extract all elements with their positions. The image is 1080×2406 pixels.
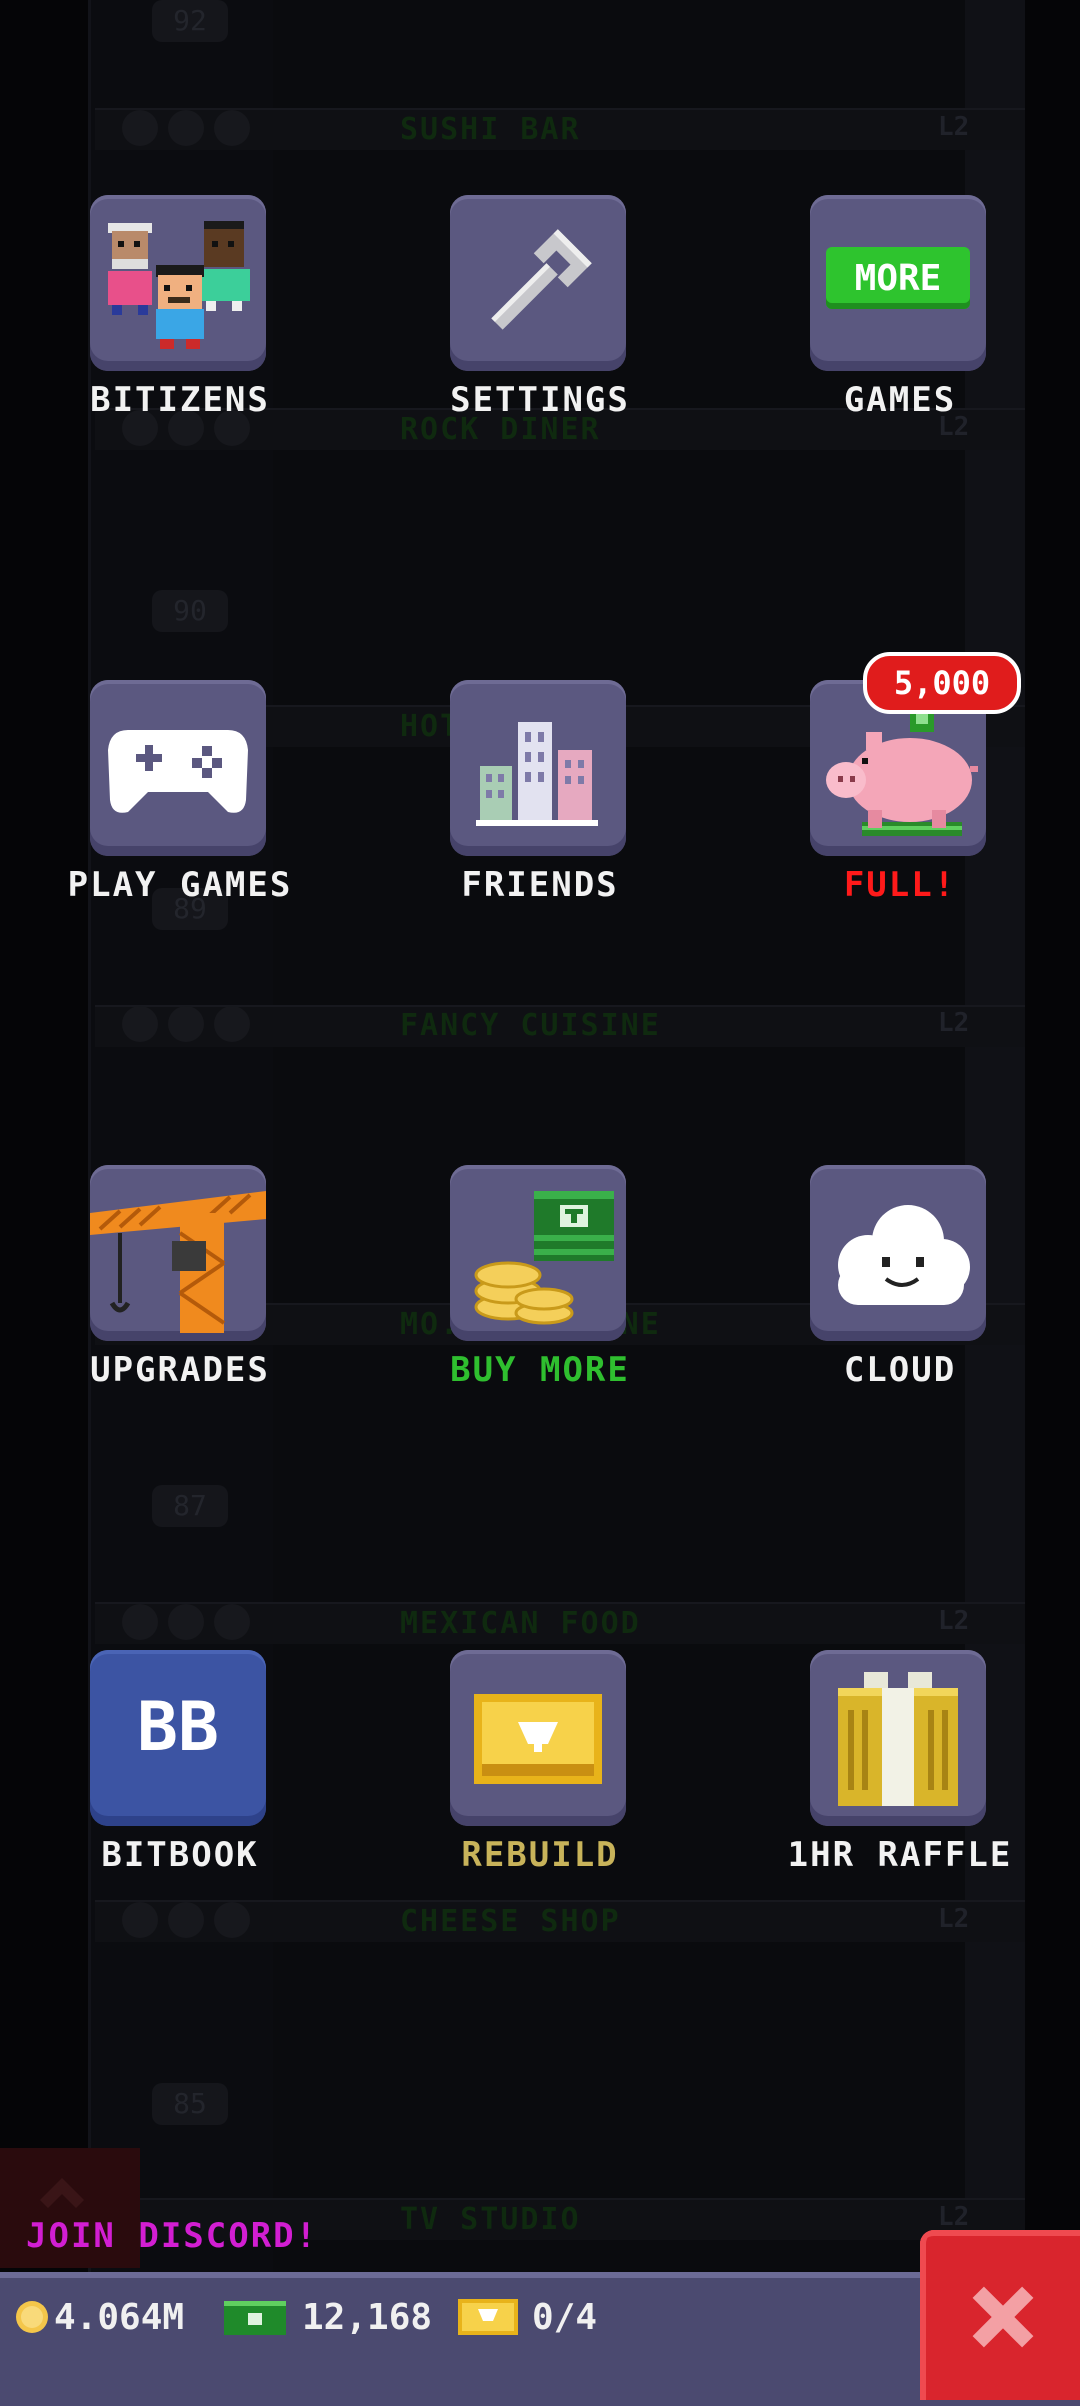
wrench-icon [491,229,592,330]
friends-button[interactable] [450,680,626,856]
coin-icon [16,2301,48,2333]
floor-level: L2 [938,2202,970,2232]
piggy-bank-amount: 5,000 [893,664,991,702]
piggy-bank-badge: 5,000 [863,652,1021,714]
city-icon [476,722,598,826]
settings-button[interactable] [450,195,626,371]
bux-icon [224,2301,286,2335]
raffle-button[interactable] [810,1650,986,1826]
friends-label: FRIENDS [461,865,619,905]
more-games-button[interactable]: MORE [810,195,986,371]
close-icon [972,2286,1034,2348]
bitbook-label: BITBOOK [101,1835,259,1875]
bitizens-icon [108,221,250,349]
settings-label: SETTINGS [450,380,630,420]
floor-band [95,1900,1025,1942]
golden-ticket-icon [474,1694,602,1784]
floor-name: FANCY CUISINE [400,1008,661,1043]
floor-number: 90 [152,590,228,632]
floor-stars [122,1006,250,1042]
close-menu-button[interactable] [920,2230,1080,2400]
bitizens-button[interactable] [90,195,266,371]
cloud-icon [838,1205,970,1305]
cloud-label: CLOUD [843,1350,957,1390]
tickets-stat: 0/4 [458,2292,597,2342]
more-badge-text: MORE [854,257,942,299]
floor-level: L2 [938,1904,970,1934]
piggy-bank-icon [826,702,978,836]
tickets-value: 0/4 [532,2296,598,2338]
upgrades-button[interactable] [90,1165,266,1341]
floor-name: CHEESE SHOP [400,1904,621,1939]
buy-more-label: BUY MORE [450,1350,630,1390]
golden-ticket-small-icon [458,2299,518,2335]
floor-level: L2 [938,1606,970,1636]
bux-value: 12,168 [302,2296,433,2338]
crane-icon [90,1191,266,1333]
floor-number: 92 [152,0,228,42]
floor-stars [122,110,250,146]
rebuild-label: REBUILD [461,1835,619,1875]
floor-band [95,108,1025,150]
floor-name: SUSHI BAR [400,112,581,147]
floor-level: L2 [938,112,970,142]
floor-number: 85 [152,2083,228,2125]
coins-stat: 4.064M [14,2292,184,2342]
piggy-bank-label: FULL! [843,865,957,905]
raffle-ticket-icon [838,1672,958,1806]
rebuild-button[interactable] [450,1650,626,1826]
floor-name: MEXICAN FOOD [400,1606,641,1641]
floor-level: L2 [938,1008,970,1038]
play-games-button[interactable] [90,680,266,856]
bitbook-button[interactable]: BB [90,1650,266,1826]
bux-stat: 12,168 [222,2292,432,2342]
join-discord-link[interactable]: JOIN DISCORD! [26,2216,318,2256]
buy-more-button[interactable] [450,1165,626,1341]
floor-number: 87 [152,1485,228,1527]
floor-name: TV STUDIO [400,2202,581,2237]
bitizens-label: BITIZENS [90,380,270,420]
floor-stars [122,1902,250,1938]
upgrades-label: UPGRADES [90,1350,270,1390]
play-games-label: PLAY GAMES [67,865,293,905]
coins-value: 4.064M [54,2296,185,2338]
up-arrow-icon [40,2178,84,2208]
floor-band [95,1005,1025,1047]
cloud-button[interactable] [810,1165,986,1341]
gamepad-icon [108,730,248,813]
floor-stars [122,1604,250,1640]
raffle-label: 1HR RAFFLE [787,1835,1013,1875]
more-games-icon: MORE [826,247,970,309]
floor-band [95,1602,1025,1644]
coins-bux-icon [474,1191,614,1325]
bitbook-icon: BB [137,1688,219,1767]
games-label: GAMES [843,380,957,420]
